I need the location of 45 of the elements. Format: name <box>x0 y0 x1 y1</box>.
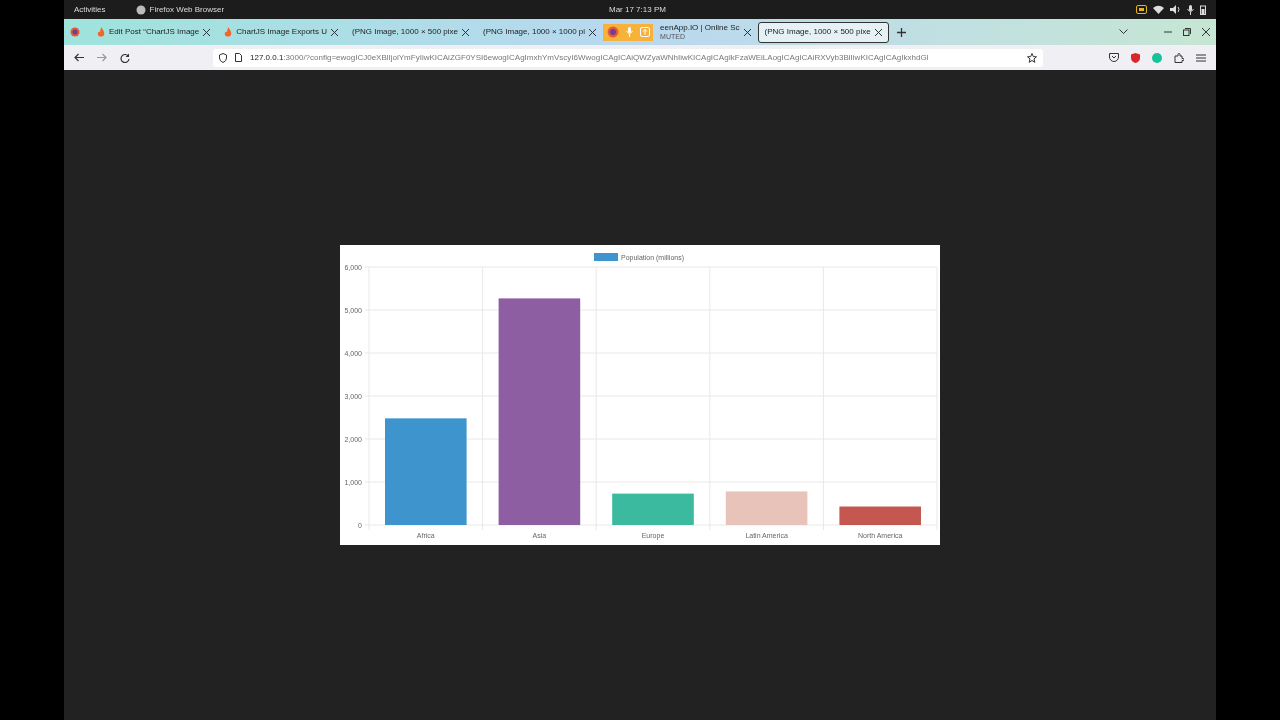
close-icon[interactable] <box>330 28 338 36</box>
tab-title: (PNG Image, 1000 × 1000 pi <box>483 27 586 37</box>
browser-tab[interactable]: (PNG Image, 1000 × 1000 pi <box>476 21 604 43</box>
menu-icon[interactable] <box>1196 53 1206 62</box>
page-icon[interactable] <box>235 53 242 62</box>
wifi-icon[interactable] <box>1153 5 1164 14</box>
close-icon[interactable] <box>743 28 751 36</box>
close-icon[interactable] <box>462 28 470 36</box>
tab-title: eenApp.IO | Online Sc <box>660 24 740 33</box>
url-text: 127.0.0.1:3000/?config=ewogICJ0eXBlIjoiYmFyIiwKICAiZGF0YSI6ewogICAgImxhYmVscyI6WwogICAgICAiQWZyaWNhIiwKICAgICAgIkFzaWEiLAogICAgICAiRXVyb3BlIiwKICAgICAgIkxhdGl <box>250 53 930 62</box>
back-icon[interactable] <box>74 53 84 62</box>
screen-share-icon[interactable] <box>1136 5 1147 14</box>
flame-icon <box>97 27 105 37</box>
volume-icon[interactable] <box>1170 5 1181 14</box>
close-icon[interactable] <box>874 28 882 36</box>
browser-tab[interactable]: (PNG Image, 1000 × 500 pixe <box>344 21 477 43</box>
tab-title: Edit Post “ChartJS Image <box>109 27 200 37</box>
browser-tab[interactable]: (PNG Image, 1000 × 500 pixe <box>757 21 889 43</box>
close-icon[interactable] <box>589 28 597 36</box>
browser-tab[interactable]: Edit Post “ChartJS Image <box>90 21 218 43</box>
browser-tab[interactable]: ChartJS Image Exports U <box>217 21 345 43</box>
new-tab-icon[interactable] <box>896 27 906 37</box>
battery-icon[interactable] <box>1200 4 1206 15</box>
pocket-icon[interactable] <box>1109 53 1119 62</box>
tab-title: (PNG Image, 1000 × 500 pixe <box>351 27 459 37</box>
tab-list-icon[interactable] <box>1119 29 1128 35</box>
browser-icon <box>135 4 146 15</box>
bookmark-star-icon[interactable] <box>1027 52 1037 63</box>
firefox-icon[interactable] <box>70 27 80 37</box>
restore-icon[interactable] <box>1183 28 1191 36</box>
address-field[interactable]: 127.0.0.1:3000/?config=ewogICJ0eXBlIjoiYmFyIiwKICAiZGF0YSI6ewogICAgImxhYmVscyI6WwogICAgICAiQWZyaWNhIiwKICAgICAgIkFzaWEiLAogICAgICAiRXVyb3BlIiwKICAgICAgIkxhdGl <box>213 48 1043 67</box>
minimize-icon[interactable] <box>1164 28 1172 36</box>
clock[interactable]: Mar 17 7:13 PM <box>609 5 666 14</box>
microphone-icon[interactable] <box>1187 4 1194 15</box>
close-icon[interactable] <box>1202 28 1210 36</box>
activities-button[interactable]: Activities <box>74 5 106 14</box>
close-icon[interactable] <box>203 28 211 36</box>
tab-title: ChartJS Image Exports U <box>236 27 327 37</box>
shield-icon[interactable] <box>219 52 227 63</box>
extensions-icon[interactable] <box>1174 52 1184 63</box>
app-menu[interactable]: Firefox Web Browser <box>135 4 225 15</box>
flame-icon <box>224 27 233 37</box>
reload-icon[interactable] <box>120 52 130 63</box>
firefox-icon[interactable] <box>606 26 619 38</box>
tab-title: (PNG Image, 1000 × 500 pixe <box>764 27 871 37</box>
